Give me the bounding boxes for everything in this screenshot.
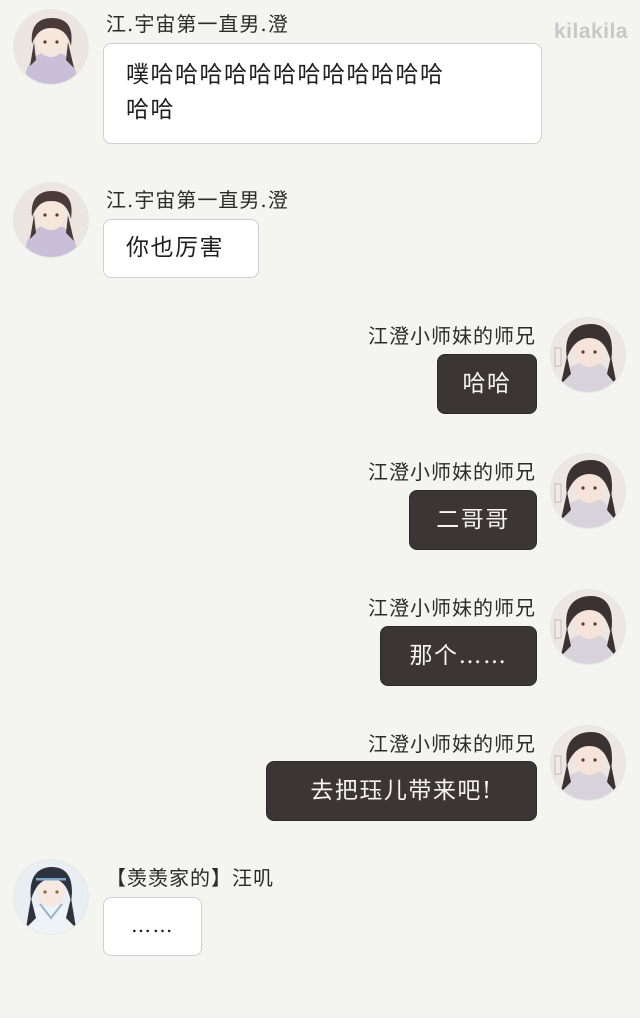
message-text-line: 噗哈哈哈哈哈哈哈哈哈哈哈哈 [126, 62, 445, 88]
message-text-line: 二哥哥 [436, 507, 510, 533]
message-text-line: 哈哈 [462, 371, 512, 397]
avatar-shixiong[interactable] [551, 726, 625, 800]
message-text-line: 去把珏儿带来吧! [310, 778, 493, 804]
watermark-logo: kilakila [553, 20, 628, 43]
message-bubble[interactable]: 去把珏儿带来吧! [266, 761, 537, 821]
message-bubble[interactable]: 那个…… [380, 626, 537, 686]
message-bubble[interactable]: 你也厉害 [103, 219, 259, 278]
message-text-line: 那个…… [409, 643, 508, 669]
message-bubble[interactable]: 二哥哥 [409, 490, 537, 550]
avatar-shixiong[interactable] [551, 454, 625, 528]
avatar-shixiong[interactable] [551, 590, 625, 664]
message-bubble[interactable]: …… [103, 897, 202, 956]
message-text-line: …… [131, 913, 174, 937]
sender-name: 【羡羡家的】汪叽 [106, 866, 274, 890]
sender-name: 江.宇宙第一直男.澄 [106, 12, 289, 36]
sender-name: 江.宇宙第一直男.澄 [106, 188, 289, 212]
sender-name: 江澄小师妹的师兄 [368, 324, 536, 348]
message-text-line: 哈哈 [126, 97, 175, 123]
avatar-jiang-cheng[interactable] [14, 183, 88, 257]
message-text-line: 你也厉害 [126, 235, 224, 261]
sender-name: 江澄小师妹的师兄 [368, 732, 536, 756]
message-bubble[interactable]: 噗哈哈哈哈哈哈哈哈哈哈哈哈 哈哈 [103, 43, 542, 144]
avatar-wangji[interactable] [14, 860, 88, 934]
avatar-shixiong[interactable] [551, 318, 625, 392]
message-bubble[interactable]: 哈哈 [437, 354, 537, 414]
sender-name: 江澄小师妹的师兄 [368, 460, 536, 484]
sender-name: 江澄小师妹的师兄 [368, 596, 536, 620]
avatar-jiang-cheng[interactable] [14, 10, 88, 84]
